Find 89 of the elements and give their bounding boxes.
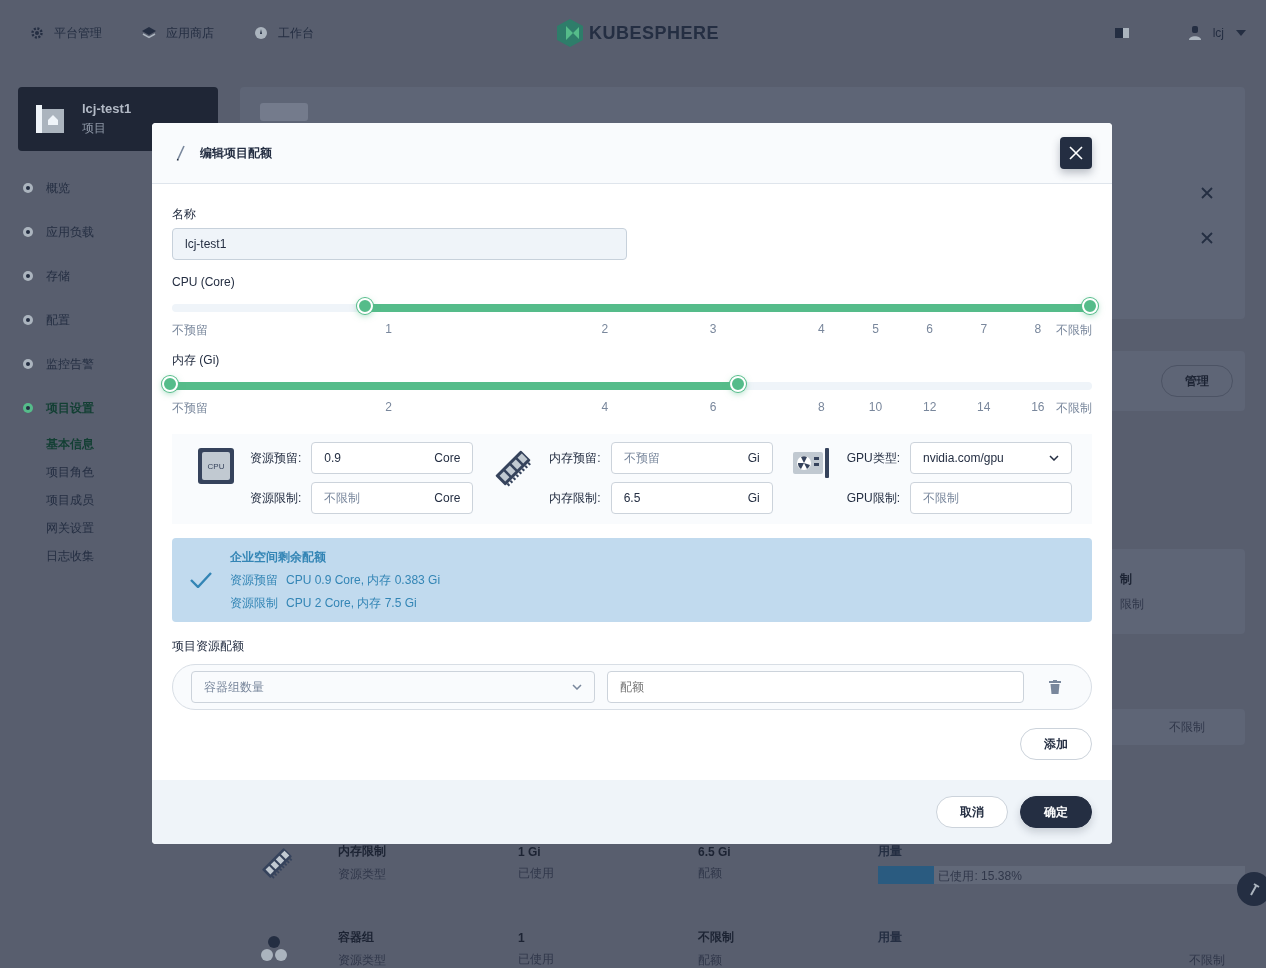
gear-icon [30,26,44,40]
notice-label: 资源预留 [230,571,278,589]
input-field[interactable]: 6.5 Gi [610,482,773,514]
slider-mark: 6 [709,400,717,414]
slider-thumb[interactable] [357,298,374,314]
chevron-down-icon [572,684,582,690]
field-label: 资源限制: [250,489,302,507]
slider-mark: 1 [385,322,392,336]
panel-toggle-icon[interactable] [1114,28,1129,38]
project-name: lcj-test1 [82,101,132,116]
slider-mark: 4 [818,322,825,336]
confirm-button[interactable]: 确定 [1020,796,1092,828]
quota-value: 不限制 [698,929,735,946]
field-label: GPU限制: [846,489,901,507]
sidebar-subitem[interactable]: 基本信息 [46,430,94,458]
check-icon [190,572,212,588]
slider-mark: 10 [868,400,883,414]
input-field[interactable]: 0.9 Core [311,442,474,474]
slider-mark: 不限制 [1056,322,1092,339]
slider-mark: 不预留 [172,322,208,339]
notice-text: CPU 0.9 Core, 内存 0.383 Gi [286,571,441,589]
dial-icon [254,26,268,40]
field-label: 名称 [172,206,197,222]
slider-mark: 7 [980,322,988,336]
slider-mark: 3 [709,322,717,336]
hammer-icon [1247,882,1261,896]
slider-mark: 8 [1034,322,1042,336]
add-button[interactable]: 添加 [1020,728,1092,760]
field-label: 内存限制: [549,489,601,507]
slider-mark: 5 [872,322,879,336]
graphics-card-icon [792,448,831,478]
cancel-button[interactable]: 取消 [936,796,1008,828]
resource-name: 内存限制 [338,843,387,860]
cpu-chip-icon: CPU [198,448,234,484]
dot-icon [22,270,34,282]
field-label: GPU类型: [846,449,901,467]
dot-icon [22,358,34,370]
slider-mark: 2 [601,322,609,336]
resource-select[interactable]: 容器组数量 [191,671,595,703]
dot-icon [22,226,34,238]
notice-title: 企业空间剩余配额 [230,548,327,566]
chevron-down-icon [1049,455,1060,461]
slider-thumb[interactable] [1082,298,1098,314]
slider-thumb[interactable] [729,376,746,392]
name-input[interactable]: lcj-test1 [172,228,627,260]
used-value: 1 Gi [518,844,542,859]
close-icon[interactable] [1201,187,1213,199]
slider-mark: 不预留 [172,400,208,417]
slider-mark: 不限制 [1056,400,1092,417]
field-label: 内存预留: [549,449,601,467]
input-field[interactable]: 不限制 Core [311,482,474,514]
slider-label: CPU (Core) [172,274,236,290]
slider-label: 内存 (Gi) [172,352,221,368]
slider-mark: 6 [926,322,933,336]
manage-button[interactable]: 管理 [1161,365,1233,397]
layers-icon [142,27,156,39]
delete-button[interactable] [1049,680,1061,694]
close-button[interactable] [1060,137,1092,169]
gpu-type-select[interactable]: nvidia.com/gpu [910,442,1073,474]
slider-mark: 2 [385,400,392,414]
trash-icon [1049,680,1061,694]
slider-thumb[interactable] [162,376,178,392]
memory-module-icon [493,448,534,488]
notice-text: CPU 2 Core, 内存 7.5 Gi [286,594,417,612]
dot-icon [22,182,34,194]
caret-down-icon[interactable] [1236,30,1246,36]
close-icon[interactable] [1201,232,1213,244]
quota-value: 6.5 Gi [698,844,732,859]
pencil-icon [176,145,186,161]
input-field[interactable]: 不限制 [910,482,1073,514]
quota-heading: 制 [1120,570,1132,588]
resource-name: 容器组 [338,929,375,946]
close-icon [1069,146,1083,160]
slider-mark: 16 [1031,400,1045,414]
field-label: 资源预留: [250,449,302,467]
hexagon-logo-icon [557,19,583,47]
project-type: 项目 [82,120,107,137]
slider-mark: 14 [977,400,991,414]
input-field[interactable]: 不预留 Gi [610,442,773,474]
section-label: 项目资源配额 [172,638,245,654]
dot-icon [22,314,34,326]
used-value: 1 [518,930,526,945]
slider-mark: 12 [922,400,937,414]
dot-icon [22,402,34,414]
notice-label: 资源限制 [230,594,278,612]
user-icon[interactable] [1188,26,1201,40]
quota-input[interactable]: 配额 [607,671,1024,703]
slider-mark: 8 [818,400,825,414]
slider-mark: 4 [601,400,609,414]
